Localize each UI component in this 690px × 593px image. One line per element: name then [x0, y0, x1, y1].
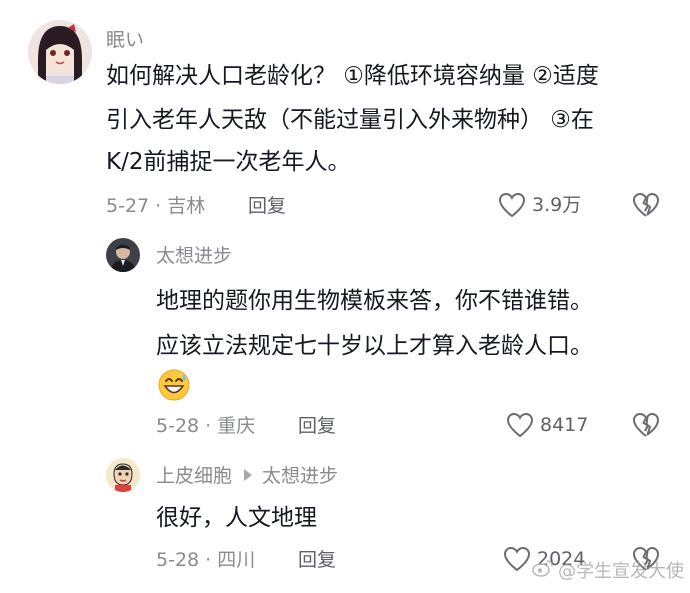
username: 上皮细胞 太想进步: [156, 464, 338, 488]
dislike-button[interactable]: [632, 192, 660, 218]
broken-heart-icon: [632, 192, 660, 218]
watermark: @学生宣发大使: [532, 557, 684, 583]
avatar[interactable]: [28, 20, 92, 84]
broken-heart-icon: [632, 412, 660, 438]
like-count: 3.9万: [532, 194, 582, 216]
like-button[interactable]: 3.9万: [498, 192, 581, 218]
comment-text-line-1: 如何解决人口老龄化？ ①降低环境容纳量 ②适度: [106, 63, 599, 89]
reply-author[interactable]: 上皮细胞: [156, 465, 232, 487]
like-count: 8417: [540, 414, 589, 436]
dislike-button[interactable]: [632, 412, 660, 438]
watermark-text: @学生宣发大使: [558, 561, 684, 582]
comment-1: 眠い 如何解决人口老龄化？ ①降低环境容纳量 ②适度 引入老年人天敌（不能过量引…: [0, 0, 690, 225]
like-button[interactable]: 8417: [506, 412, 588, 438]
grinning-sweat-emoji: [157, 368, 191, 406]
reply-button[interactable]: 回复: [298, 414, 336, 438]
username[interactable]: 眠い: [106, 28, 144, 52]
comment-meta: 5-27 · 吉林: [106, 195, 206, 217]
comment-meta: 5-28 · 重庆: [156, 415, 256, 437]
username[interactable]: 太想进步: [156, 244, 232, 268]
heart-icon: [498, 192, 526, 218]
comment-text-line-3: K/2前捕捉一次老年人。: [106, 149, 351, 175]
reply-button[interactable]: 回复: [248, 194, 286, 218]
reply-target[interactable]: 太想进步: [262, 465, 338, 487]
avatar[interactable]: [106, 238, 140, 272]
heart-icon: [503, 546, 531, 572]
comment-text-line-1: 很好，人文地理: [156, 505, 317, 531]
reply-arrow-icon: [244, 469, 253, 481]
comment-text-line-1: 地理的题你用生物模板来答，你不错谁错。: [156, 288, 593, 314]
weibo-logo-icon: [532, 559, 554, 582]
heart-icon: [506, 412, 534, 438]
comment-2: 太想进步 地理的题你用生物模板来答，你不错谁错。 应该立法规定七十岁以上才算入老…: [0, 225, 690, 445]
comment-text-line-2: 引入老年人天敌（不能过量引入外来物种） ③在: [106, 107, 594, 133]
comment-text-line-2: 应该立法规定七十岁以上才算入老龄人口。: [156, 333, 593, 359]
avatar[interactable]: [106, 458, 140, 492]
reply-button[interactable]: 回复: [298, 548, 336, 572]
comment-meta: 5-28 · 四川: [156, 549, 256, 571]
